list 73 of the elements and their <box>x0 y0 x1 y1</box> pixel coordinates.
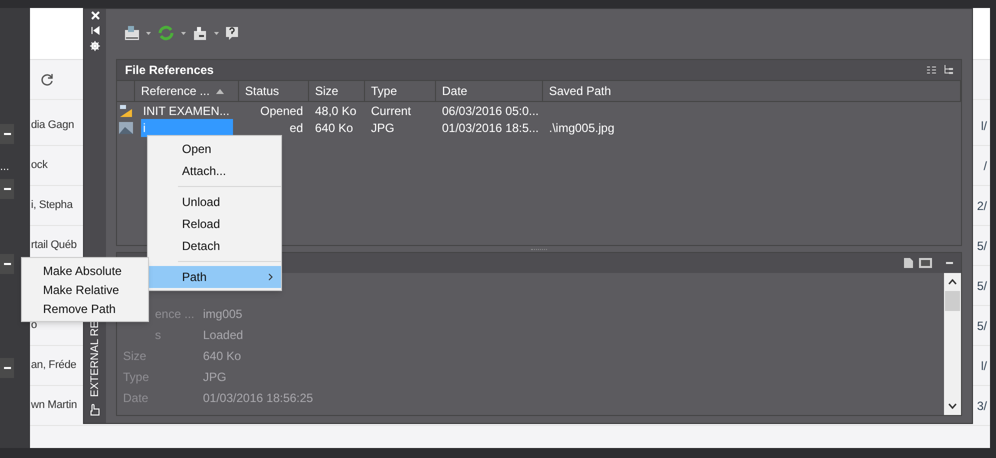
date-fragment: 5/ <box>976 238 988 254</box>
dropdown-icon[interactable] <box>181 32 186 34</box>
contact-name: rtail Québ <box>31 238 77 254</box>
document-icon[interactable] <box>904 258 913 268</box>
date-fragment: 2/ <box>976 198 988 214</box>
contact-name: wn Martin <box>31 398 77 414</box>
table-cell-text: JPG <box>371 120 394 136</box>
contact-name: an, Fréde <box>31 358 76 374</box>
menu-item[interactable]: Reload <box>148 213 281 235</box>
palette-title: EXTERNAL RE <box>88 320 102 397</box>
table-cell-text: Current <box>371 102 412 120</box>
scroll-thumb[interactable] <box>945 291 960 311</box>
scroll-up-icon[interactable] <box>948 279 957 285</box>
detail-value: JPG <box>203 368 226 386</box>
table-cell-text: Opened <box>260 102 303 120</box>
contact-name: ock <box>31 158 48 174</box>
table-cell[interactable]: INIT EXAMEN... <box>141 102 232 120</box>
table-cell-text: ed <box>290 120 303 136</box>
hand-icon[interactable] <box>88 403 102 417</box>
menu-item[interactable]: Attach... <box>148 160 281 182</box>
table-cell-text: .\img005.jpg <box>549 120 614 136</box>
image-file-icon <box>119 122 133 134</box>
scroll-down-icon[interactable] <box>948 403 957 409</box>
date-fragment: / <box>984 158 988 174</box>
close-icon[interactable] <box>90 11 100 20</box>
column-header[interactable]: Reference ... <box>135 81 239 101</box>
menu-item[interactable]: Detach <box>148 235 281 257</box>
contact-name: i, Stepha <box>31 198 73 214</box>
list-view-icon[interactable] <box>927 66 936 74</box>
contact-name: o <box>31 318 37 334</box>
table-cell-text: 01/03/2016 18:5... <box>442 120 539 136</box>
menu-item[interactable]: Remove Path <box>22 299 148 318</box>
column-header[interactable]: Size <box>309 81 365 101</box>
column-header[interactable]: Type <box>365 81 436 101</box>
collapse-button[interactable] <box>0 254 14 274</box>
table-cell-text: 48,0 Ko <box>315 102 356 120</box>
date-fragment: 3/ <box>976 398 988 414</box>
menu-item[interactable]: Open <box>148 138 281 160</box>
dropdown-icon[interactable] <box>214 32 219 34</box>
help-icon[interactable] <box>225 26 239 40</box>
column-header[interactable]: Date <box>436 81 543 101</box>
table-cell-text: 06/03/2016 05:0... <box>442 102 539 120</box>
collapse-button[interactable] <box>0 358 14 378</box>
detail-value: Loaded <box>203 326 244 344</box>
date-fragment: 5/ <box>976 318 988 334</box>
preview-icon[interactable] <box>919 258 932 268</box>
contact-name: dia Gagn <box>31 118 74 134</box>
collapse-button[interactable] <box>0 179 14 199</box>
refresh-icon[interactable] <box>40 72 54 86</box>
dropdown-icon[interactable] <box>146 32 151 34</box>
date-fragment: l/ <box>981 358 988 374</box>
settings-icon[interactable] <box>90 41 100 51</box>
menu-item[interactable]: Unload <box>148 191 281 213</box>
menu-item[interactable]: Make Absolute <box>22 261 148 280</box>
attach-drawing-icon[interactable] <box>124 25 140 41</box>
more-label: ... <box>0 162 10 173</box>
scrollbar[interactable] <box>944 273 961 415</box>
detail-value: 640 Ko <box>203 348 242 364</box>
chevron-right-icon <box>268 273 273 281</box>
menu-item[interactable]: Path <box>148 266 281 288</box>
collapse-button[interactable] <box>0 124 14 144</box>
menu-item[interactable]: Make Relative <box>22 280 148 299</box>
drawing-file-icon <box>119 104 133 118</box>
date-fragment: 5/ <box>976 278 988 294</box>
column-header[interactable]: Status <box>239 81 309 101</box>
table-cell-text: 640 Ko <box>315 120 354 136</box>
tree-view-icon[interactable] <box>944 65 953 75</box>
detail-value: 01/03/2016 18:56:25 <box>203 390 314 406</box>
detail-value: img005 <box>203 306 242 322</box>
sort-up-icon <box>216 88 224 94</box>
panel-title: File References <box>125 62 214 79</box>
column-header[interactable]: Saved Path <box>543 81 961 101</box>
date-fragment: l/ <box>981 118 988 134</box>
